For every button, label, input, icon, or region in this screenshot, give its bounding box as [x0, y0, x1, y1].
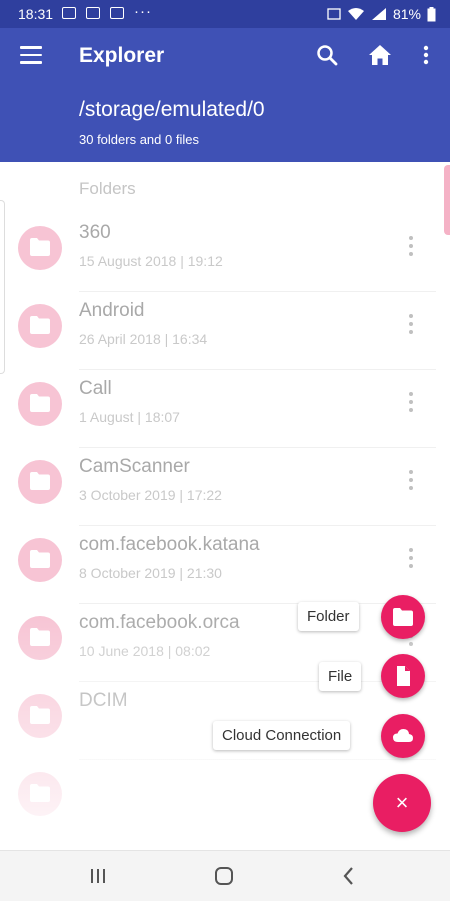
- folder-icon: [18, 304, 62, 348]
- folder-icon: [18, 382, 62, 426]
- folder-modified-date: 3 October 2019 | 17:22: [79, 487, 222, 503]
- folder-icon: [393, 608, 413, 626]
- item-more-icon[interactable]: [406, 548, 416, 572]
- search-icon[interactable]: [314, 42, 340, 68]
- hamburger-menu-icon[interactable]: [20, 46, 42, 64]
- folder-name: Call: [79, 378, 112, 399]
- item-more-icon[interactable]: [406, 314, 416, 338]
- folder-icon: [18, 538, 62, 582]
- folder-name: com.facebook.katana: [79, 534, 260, 555]
- more-notifications-icon: ···: [134, 3, 152, 20]
- item-more-icon[interactable]: [406, 470, 416, 494]
- recent-apps-icon[interactable]: [83, 863, 113, 889]
- list-item[interactable]: 360 15 August 2018 | 19:12: [0, 214, 450, 292]
- new-folder-button[interactable]: [381, 595, 425, 639]
- folder-name: 360: [79, 222, 111, 243]
- folder-modified-date: 8 October 2019 | 21:30: [79, 565, 222, 581]
- overflow-menu-icon[interactable]: [413, 42, 439, 68]
- status-time: 18:31: [18, 6, 54, 22]
- folder-name: DCIM: [79, 690, 128, 711]
- message-notification-icon: [110, 7, 124, 19]
- home-button-icon[interactable]: [209, 863, 239, 889]
- section-header-folders: Folders: [79, 179, 136, 198]
- cloud-icon: [393, 729, 413, 742]
- folder-modified-date: 1 August | 18:07: [79, 409, 180, 425]
- folder-icon: [18, 772, 62, 816]
- app-bar: Explorer /storage/emulated/0 30 folders …: [0, 28, 450, 162]
- cloud-connection-label[interactable]: Cloud Connection: [213, 721, 351, 750]
- list-item[interactable]: Android 26 April 2018 | 16:34: [0, 292, 450, 370]
- folder-modified-date: 10 June 2018 | 08:02: [79, 643, 211, 659]
- folder-name: Android: [79, 300, 145, 321]
- signal-icon: [371, 8, 386, 20]
- folder-icon: [18, 694, 62, 738]
- status-bar: 18:31 ··· 81%: [0, 0, 450, 28]
- list-item[interactable]: com.facebook.katana 8 October 2019 | 21:…: [0, 526, 450, 604]
- folder-name: CamScanner: [79, 456, 190, 477]
- list-item[interactable]: Call 1 August | 18:07: [0, 370, 450, 448]
- cloud-connection-button[interactable]: [381, 714, 425, 758]
- home-icon[interactable]: [367, 42, 393, 68]
- new-file-button[interactable]: [381, 654, 425, 698]
- gallery-notification-icon: [62, 7, 76, 19]
- folder-file-count: 30 folders and 0 files: [79, 132, 199, 147]
- folder-name: com.facebook.orca: [79, 612, 240, 633]
- new-folder-label[interactable]: Folder: [298, 602, 359, 631]
- close-icon: ×: [395, 790, 409, 815]
- battery-percentage: 81%: [392, 6, 421, 22]
- wifi-icon: [347, 8, 364, 20]
- folder-icon: [18, 226, 62, 270]
- back-icon[interactable]: [334, 863, 364, 889]
- new-file-label[interactable]: File: [319, 662, 362, 691]
- app-title: Explorer: [79, 44, 165, 67]
- file-icon: [397, 666, 410, 686]
- current-path: /storage/emulated/0: [79, 98, 265, 121]
- navigation-bar: [0, 850, 450, 901]
- folder-modified-date: 26 April 2018 | 16:34: [79, 331, 208, 347]
- item-more-icon[interactable]: [406, 392, 416, 416]
- image-notification-icon: [86, 7, 100, 19]
- folder-modified-date: 15 August 2018 | 19:12: [79, 253, 223, 269]
- battery-icon: [427, 6, 436, 21]
- volte-icon: [327, 8, 341, 20]
- list-item[interactable]: CamScanner 3 October 2019 | 17:22: [0, 448, 450, 526]
- item-more-icon[interactable]: [406, 236, 416, 260]
- folder-icon: [18, 460, 62, 504]
- folder-icon: [18, 616, 62, 660]
- close-fab-button[interactable]: ×: [373, 774, 431, 832]
